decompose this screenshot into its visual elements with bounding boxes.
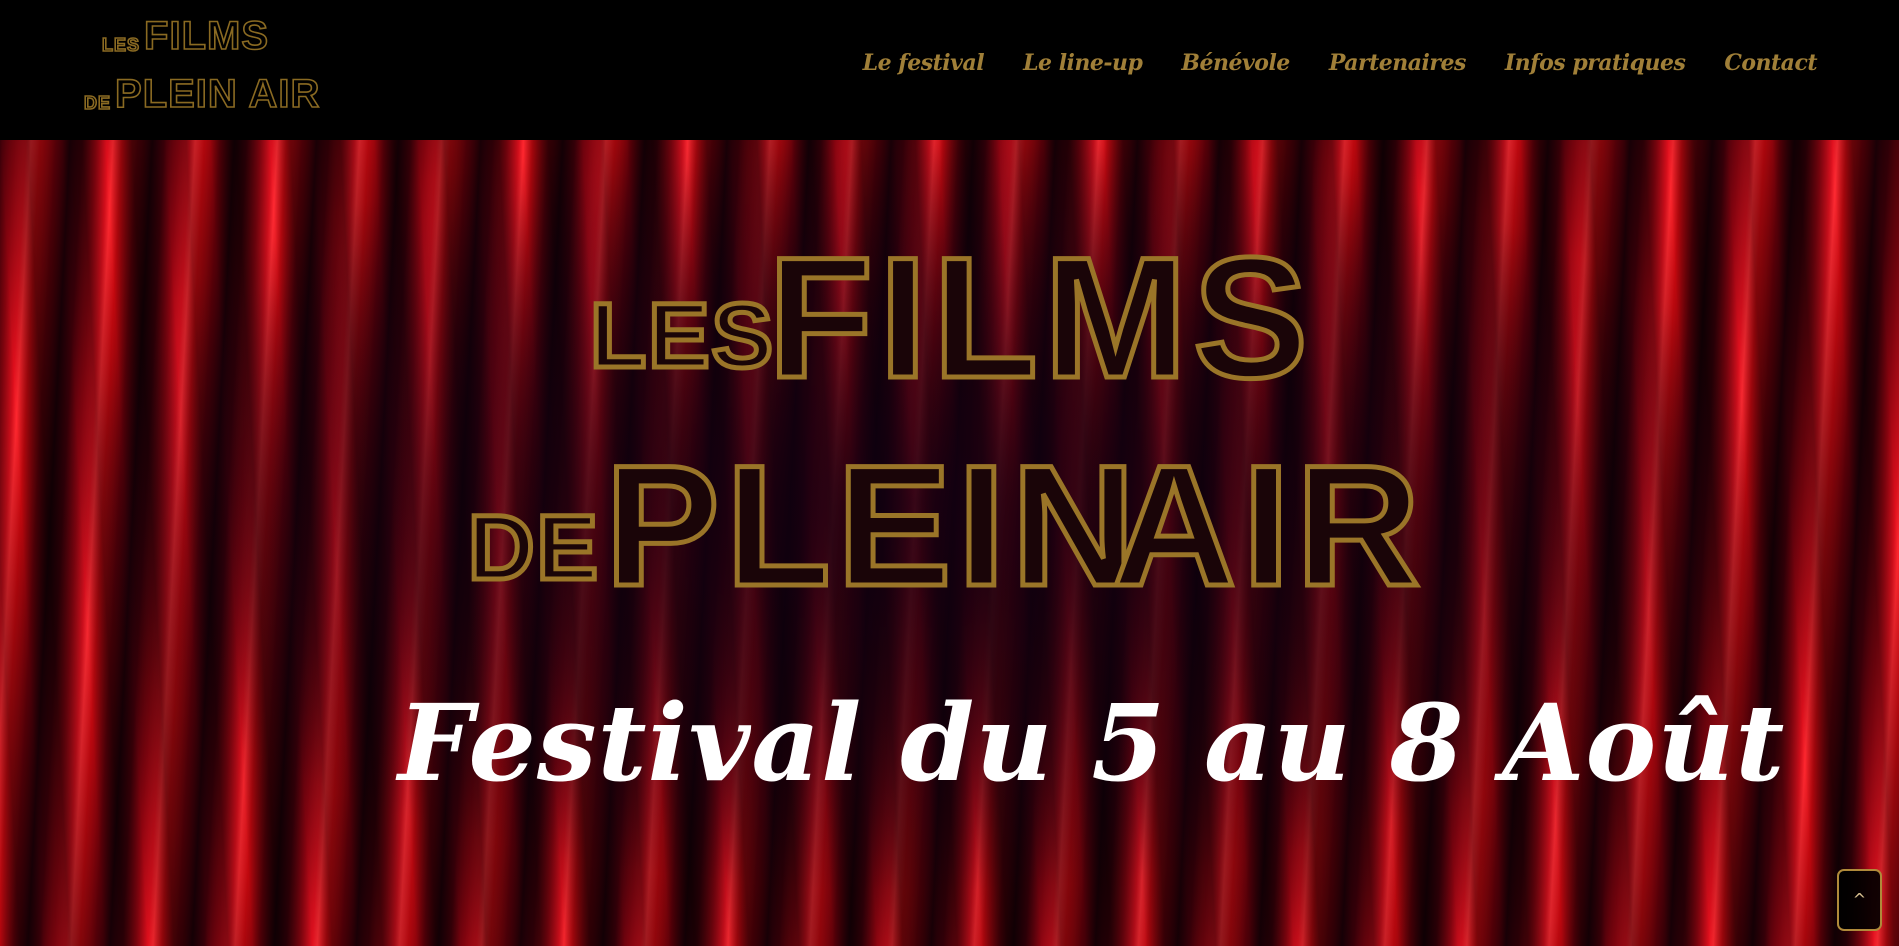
logo-line-1: LES FILMS [101,14,269,58]
hero-logo-les: LES [588,285,776,387]
nav-le-line-up[interactable]: Le line-up [1023,50,1143,76]
hero-logo-air: AIR [1109,430,1427,622]
nav-le-festival[interactable]: Le festival [863,50,985,76]
hero-logo: LES FILMS DE PLEIN AIR [0,140,1899,946]
nav-infos-pratiques[interactable]: Infos pratiques [1505,50,1686,76]
hero-curtain: LES FILMS DE PLEIN AIR Festival du 5 au … [0,140,1899,946]
logo-line-2: DE PLEIN AIR [83,72,321,116]
back-to-top-button[interactable]: ^ [1837,869,1882,931]
nav-benevole[interactable]: Bénévole [1181,50,1290,76]
hero-logo-plein: PLEIN [603,430,1142,622]
hero-logo-de: DE [466,497,601,599]
logo-films: FILMS [143,14,269,58]
main-nav: Le festival Le line-up Bénévole Partenai… [824,50,1818,76]
logo-de: DE [83,92,112,114]
site-logo[interactable]: LES FILMS DE PLEIN AIR [83,14,320,122]
site-header: LES FILMS DE PLEIN AIR Le festival Le line… [0,0,1899,140]
nav-partenaires[interactable]: Partenaires [1329,50,1467,76]
hero-logo-films: FILMS [766,222,1314,414]
logo-plein-air: PLEIN AIR [114,72,321,116]
logo-les: LES [101,34,141,56]
festival-dates-heading: Festival du 5 au 8 Août [398,680,1786,805]
nav-contact[interactable]: Contact [1724,50,1817,76]
